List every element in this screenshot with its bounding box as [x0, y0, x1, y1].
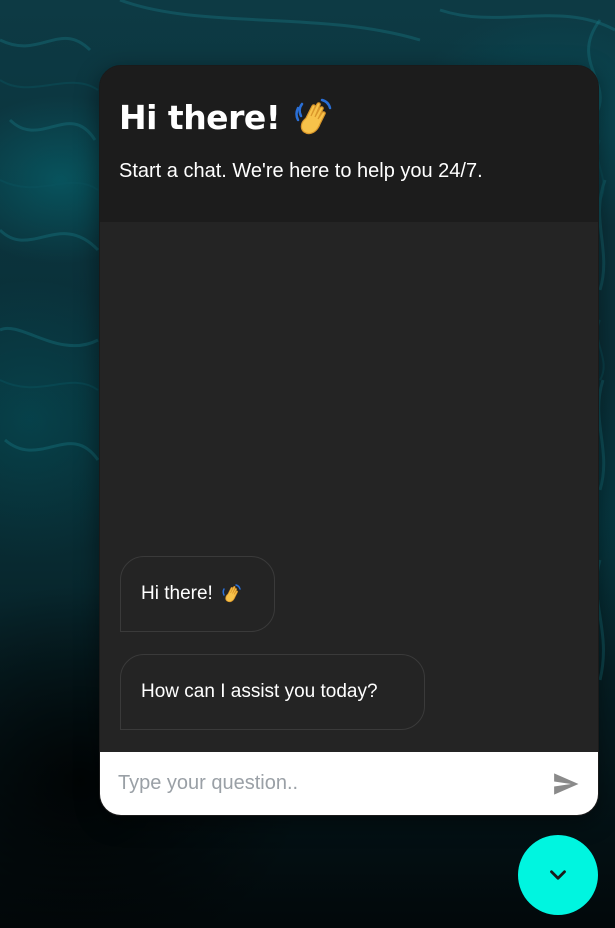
waving-hand-icon: [292, 96, 336, 140]
chat-header: Hi there! Start a chat. We're here to he…: [100, 66, 598, 222]
send-button[interactable]: [550, 768, 582, 800]
chat-subtitle: Start a chat. We're here to help you 24/…: [119, 160, 483, 182]
chat-title: Hi there!: [119, 96, 579, 140]
message-text: Hi there!: [141, 583, 213, 604]
send-icon: [554, 772, 579, 795]
chat-messages: Hi there! How can I assist you today?: [100, 222, 598, 752]
chat-toggle-button[interactable]: [518, 835, 598, 915]
question-input[interactable]: [116, 771, 550, 796]
message-text: How can I assist you today?: [141, 681, 378, 702]
chat-widget: Hi there! Start a chat. We're here to he…: [99, 65, 599, 816]
message-bubble: How can I assist you today?: [120, 654, 425, 730]
chat-title-text: Hi there!: [119, 98, 281, 137]
chevron-down-icon: [550, 870, 566, 880]
waving-hand-icon: [221, 583, 243, 605]
message-bubble: Hi there!: [120, 556, 275, 632]
chat-input-bar: [100, 752, 598, 815]
